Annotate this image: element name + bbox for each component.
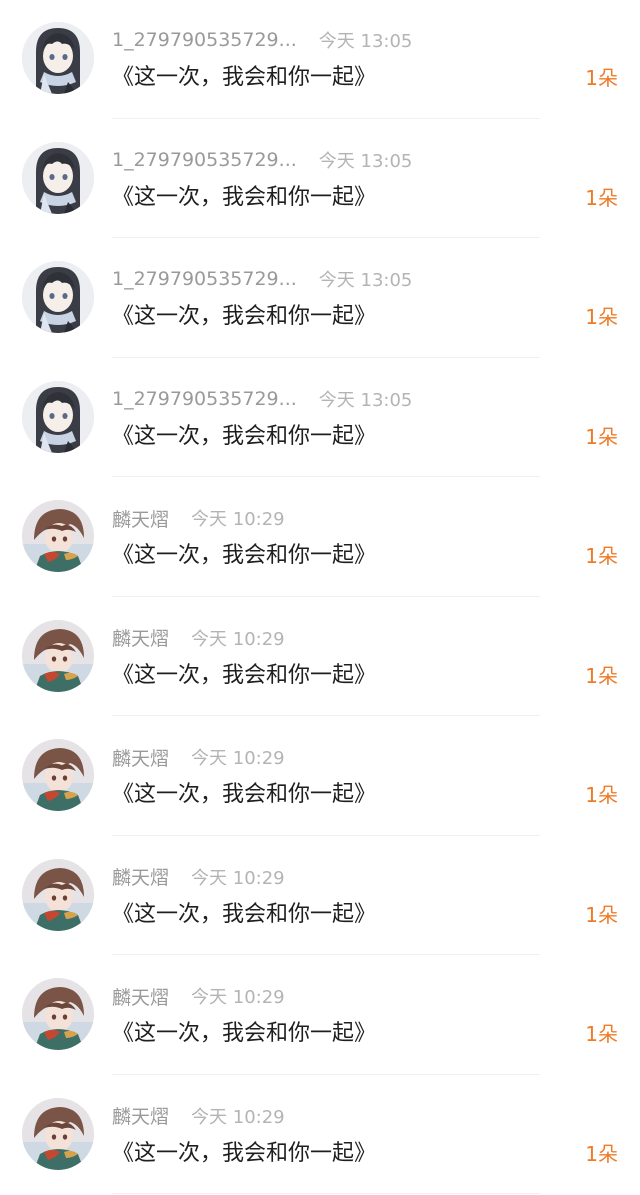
girl-avatar-icon xyxy=(22,261,94,333)
item-meta: 麟天熠 今天 10:29 xyxy=(112,625,285,651)
gift-list-item[interactable]: 麟天熠 今天 10:29 《这一次，我会和你一起》 1朵 xyxy=(0,598,640,718)
girl-avatar-icon xyxy=(22,381,94,453)
avatar[interactable] xyxy=(22,500,94,572)
item-meta: 1_279790535729... 今天 13:05 xyxy=(112,386,412,412)
gift-message: 《这一次，我会和你一起》 xyxy=(112,298,376,330)
timestamp: 今天 13:05 xyxy=(319,27,413,53)
boy-avatar-icon xyxy=(22,500,94,572)
divider xyxy=(112,835,540,836)
timestamp: 今天 10:29 xyxy=(191,983,285,1009)
item-meta: 麟天熠 今天 10:29 xyxy=(112,744,285,770)
boy-avatar-icon xyxy=(22,978,94,1050)
divider xyxy=(112,476,540,477)
gift-message: 《这一次，我会和你一起》 xyxy=(112,418,376,450)
gift-list-item[interactable]: 麟天熠 今天 10:29 《这一次，我会和你一起》 1朵 xyxy=(0,478,640,598)
divider xyxy=(112,715,540,716)
username[interactable]: 1_279790535729... xyxy=(112,29,297,51)
gift-message: 《这一次，我会和你一起》 xyxy=(112,179,376,211)
flower-count: 1朵 xyxy=(585,421,618,450)
username[interactable]: 1_279790535729... xyxy=(112,388,297,410)
gift-list-item[interactable]: 1_279790535729... 今天 13:05 《这一次，我会和你一起》 … xyxy=(0,239,640,359)
timestamp: 今天 13:05 xyxy=(319,266,413,292)
divider xyxy=(112,1193,540,1194)
avatar[interactable] xyxy=(22,381,94,453)
avatar[interactable] xyxy=(22,859,94,931)
timestamp: 今天 10:29 xyxy=(191,864,285,890)
gift-message: 《这一次，我会和你一起》 xyxy=(112,896,376,928)
gift-list-item[interactable]: 麟天熠 今天 10:29 《这一次，我会和你一起》 1朵 xyxy=(0,717,640,837)
divider xyxy=(112,357,540,358)
boy-avatar-icon xyxy=(22,620,94,692)
flower-count: 1朵 xyxy=(585,899,618,928)
flower-count: 1朵 xyxy=(585,62,618,91)
girl-avatar-icon xyxy=(22,22,94,94)
gift-list: 1_279790535729... 今天 13:05 《这一次，我会和你一起》 … xyxy=(0,0,640,1187)
divider xyxy=(112,596,540,597)
girl-avatar-icon xyxy=(22,142,94,214)
username[interactable]: 麟天熠 xyxy=(112,863,169,890)
username[interactable]: 麟天熠 xyxy=(112,983,169,1010)
flower-count: 1朵 xyxy=(585,182,618,211)
timestamp: 今天 13:05 xyxy=(319,147,413,173)
boy-avatar-icon xyxy=(22,739,94,811)
timestamp: 今天 10:29 xyxy=(191,505,285,531)
gift-message: 《这一次，我会和你一起》 xyxy=(112,1135,376,1167)
timestamp: 今天 13:05 xyxy=(319,386,413,412)
gift-list-item[interactable]: 1_279790535729... 今天 13:05 《这一次，我会和你一起》 … xyxy=(0,359,640,479)
gift-list-item[interactable]: 麟天熠 今天 10:29 《这一次，我会和你一起》 1朵 xyxy=(0,956,640,1076)
gift-list-item[interactable]: 麟天熠 今天 10:29 《这一次，我会和你一起》 1朵 xyxy=(0,1076,640,1195)
avatar[interactable] xyxy=(22,620,94,692)
gift-list-item[interactable]: 麟天熠 今天 10:29 《这一次，我会和你一起》 1朵 xyxy=(0,837,640,957)
gift-list-item[interactable]: 1_279790535729... 今天 13:05 《这一次，我会和你一起》 … xyxy=(0,120,640,240)
flower-count: 1朵 xyxy=(585,1018,618,1047)
avatar[interactable] xyxy=(22,142,94,214)
flower-count: 1朵 xyxy=(585,301,618,330)
divider xyxy=(112,118,540,119)
avatar[interactable] xyxy=(22,22,94,94)
item-meta: 麟天熠 今天 10:29 xyxy=(112,983,285,1009)
item-meta: 1_279790535729... 今天 13:05 xyxy=(112,266,412,292)
divider xyxy=(112,954,540,955)
gift-message: 《这一次，我会和你一起》 xyxy=(112,657,376,689)
timestamp: 今天 10:29 xyxy=(191,744,285,770)
flower-count: 1朵 xyxy=(585,660,618,689)
boy-avatar-icon xyxy=(22,1098,94,1170)
username[interactable]: 麟天熠 xyxy=(112,744,169,771)
timestamp: 今天 10:29 xyxy=(191,625,285,651)
avatar[interactable] xyxy=(22,1098,94,1170)
gift-message: 《这一次，我会和你一起》 xyxy=(112,537,376,569)
flower-count: 1朵 xyxy=(585,1138,618,1167)
item-meta: 麟天熠 今天 10:29 xyxy=(112,505,285,531)
username[interactable]: 麟天熠 xyxy=(112,1102,169,1129)
item-meta: 1_279790535729... 今天 13:05 xyxy=(112,147,412,173)
item-meta: 麟天熠 今天 10:29 xyxy=(112,1103,285,1129)
item-meta: 1_279790535729... 今天 13:05 xyxy=(112,27,412,53)
username[interactable]: 1_279790535729... xyxy=(112,268,297,290)
avatar[interactable] xyxy=(22,261,94,333)
gift-message: 《这一次，我会和你一起》 xyxy=(112,776,376,808)
divider xyxy=(112,1074,540,1075)
gift-message: 《这一次，我会和你一起》 xyxy=(112,59,376,91)
username[interactable]: 麟天熠 xyxy=(112,624,169,651)
avatar[interactable] xyxy=(22,739,94,811)
divider xyxy=(112,237,540,238)
flower-count: 1朵 xyxy=(585,779,618,808)
flower-count: 1朵 xyxy=(585,540,618,569)
gift-list-item[interactable]: 1_279790535729... 今天 13:05 《这一次，我会和你一起》 … xyxy=(0,0,640,120)
gift-message: 《这一次，我会和你一起》 xyxy=(112,1015,376,1047)
item-meta: 麟天熠 今天 10:29 xyxy=(112,864,285,890)
timestamp: 今天 10:29 xyxy=(191,1103,285,1129)
username[interactable]: 1_279790535729... xyxy=(112,149,297,171)
username[interactable]: 麟天熠 xyxy=(112,505,169,532)
boy-avatar-icon xyxy=(22,859,94,931)
avatar[interactable] xyxy=(22,978,94,1050)
